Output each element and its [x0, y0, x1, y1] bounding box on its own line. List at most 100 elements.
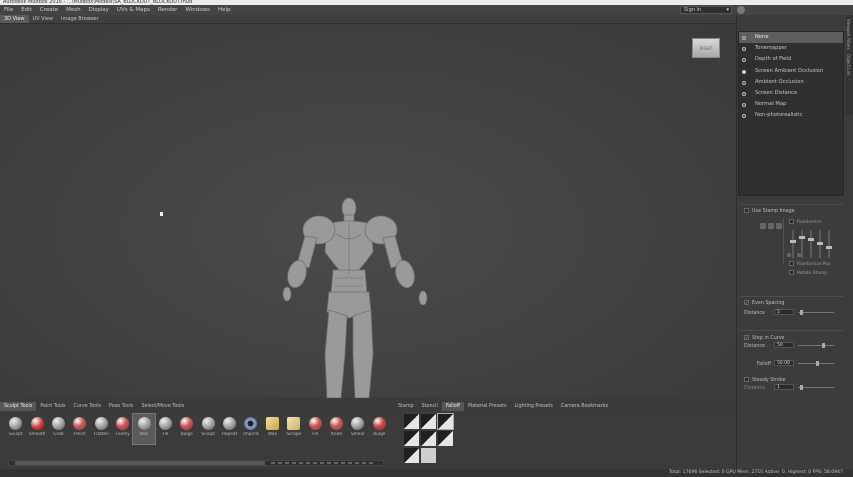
tool-fill-2[interactable]: Fill	[304, 414, 325, 444]
mirror-icon[interactable]	[776, 223, 782, 229]
tab-image-browser[interactable]: Image Browser	[57, 15, 103, 23]
radio-icon	[742, 114, 746, 119]
tool-scrape[interactable]: Scrape	[283, 414, 304, 444]
tab-stamp[interactable]: Stamp	[394, 402, 418, 411]
menu-file[interactable]: File	[0, 5, 17, 15]
steady-stroke-distance-field[interactable]: 1	[774, 384, 794, 390]
character-model[interactable]	[275, 194, 437, 398]
tool-foamy[interactable]: Foamy	[112, 414, 133, 444]
use-stamp-image-checkbox[interactable]	[744, 208, 749, 213]
slider-handle[interactable]	[800, 384, 803, 390]
render-item-ambient-occlusion[interactable]: Ambient Occlusion	[739, 77, 843, 88]
tool-tray-scrollbar[interactable]	[8, 460, 384, 466]
tool-label: Smear	[350, 432, 365, 437]
tool-smear[interactable]: Smear	[347, 414, 368, 444]
falloff-swatch[interactable]	[421, 414, 436, 429]
viewcube[interactable]: RIGHT	[692, 38, 720, 58]
menu-help[interactable]: Help	[214, 5, 235, 15]
falloff-swatch[interactable]	[404, 414, 419, 429]
falloff-swatch[interactable]	[437, 413, 454, 430]
side-tab-strip: Viewport Filters Object List	[846, 15, 853, 115]
menu-display[interactable]: Display	[85, 5, 113, 15]
tool-sculpt[interactable]: Sculpt	[5, 414, 26, 444]
render-item-tonemapper[interactable]: Tonemapper	[739, 43, 843, 54]
tool-wax-2[interactable]: Wax	[262, 414, 283, 444]
randomize-pos-checkbox[interactable]	[789, 261, 794, 266]
menu-render[interactable]: Render	[154, 5, 182, 15]
render-item-non-photorealistic[interactable]: Non-photorealistic	[739, 110, 843, 121]
flip-icon[interactable]	[768, 223, 774, 229]
randomize-row: Randomize	[789, 219, 853, 225]
render-item-screen-ao[interactable]: Screen Ambient Occlusion	[739, 66, 843, 77]
even-spacing-distance-field[interactable]: 5	[774, 309, 794, 315]
slider-handle[interactable]	[822, 342, 825, 348]
steady-stroke-checkbox[interactable]	[744, 377, 749, 382]
tab-paint-tools[interactable]: Paint Tools	[36, 402, 69, 411]
side-tab-object-list[interactable]: Object List	[846, 54, 851, 75]
bulge-icon	[180, 417, 194, 430]
falloff-swatch[interactable]	[404, 431, 419, 446]
menu-create[interactable]: Create	[36, 5, 62, 15]
stamp-sliders[interactable]	[788, 228, 834, 260]
tool-bulge[interactable]: Bulge	[176, 414, 197, 444]
tool-smooth[interactable]: Smooth	[26, 414, 47, 444]
tab-uv-view[interactable]: UV View	[29, 15, 58, 23]
tab-curve-tools[interactable]: Curve Tools	[70, 402, 106, 411]
step-curve-falloff-slider[interactable]	[798, 360, 834, 366]
render-item-screen-distance[interactable]: Screen Distance	[739, 88, 843, 99]
tool-grab[interactable]: Grab	[48, 414, 69, 444]
side-tab-viewport-filters[interactable]: Viewport Filters	[846, 19, 851, 50]
tool-pinch[interactable]: Pinch	[69, 414, 90, 444]
tab-select-move-tools[interactable]: Select/Move Tools	[138, 402, 189, 411]
tool-flatten[interactable]: Flatten	[91, 414, 112, 444]
tool-imprint[interactable]: Imprint	[240, 414, 261, 444]
render-item-normal-map[interactable]: Normal Map	[739, 99, 843, 110]
rotate-icon[interactable]	[760, 223, 766, 229]
menu-edit[interactable]: Edit	[17, 5, 36, 15]
slider-handle[interactable]	[800, 309, 803, 315]
tab-sculpt-tools[interactable]: Sculpt Tools	[0, 402, 37, 411]
step-curve-falloff-field[interactable]: 50.00	[774, 360, 794, 366]
tab-3d-view[interactable]: 3D View	[0, 15, 29, 23]
step-curve-distance-field[interactable]: 50	[774, 342, 794, 348]
settings-icon[interactable]	[737, 6, 745, 14]
rotate-stamp-label: Rotate Stamp	[797, 271, 828, 276]
tool-repeat[interactable]: Repeat	[219, 414, 240, 444]
arrow-icon[interactable]	[787, 253, 791, 257]
arrow-icon[interactable]	[797, 253, 801, 257]
render-item-depth-of-field[interactable]: Depth of Field	[739, 54, 843, 65]
steady-stroke-slider[interactable]	[798, 384, 834, 390]
scrollbar-thumb[interactable]	[15, 461, 265, 465]
sign-in-label: Sign In	[684, 7, 702, 13]
slider-handle[interactable]	[816, 360, 819, 366]
menu-uvs-maps[interactable]: UVs & Maps	[113, 5, 154, 15]
falloff-swatch[interactable]	[421, 431, 436, 446]
radio-icon	[742, 103, 746, 108]
tool-wax[interactable]: Wax	[132, 413, 156, 445]
sign-in-dropdown[interactable]: Sign In	[680, 6, 732, 14]
render-item-none[interactable]: None	[739, 32, 843, 44]
tab-pose-tools[interactable]: Pose Tools	[105, 402, 137, 411]
falloff-swatch[interactable]	[404, 448, 419, 463]
even-spacing-slider[interactable]	[798, 309, 834, 315]
tool-bulge-2[interactable]: Bulge	[369, 414, 390, 444]
even-spacing-checkbox[interactable]: ✓	[744, 300, 749, 305]
tab-camera-bookmarks[interactable]: Camera Bookmarks	[557, 402, 612, 411]
step-curve-checkbox[interactable]: ✓	[744, 335, 749, 340]
menu-mesh[interactable]: Mesh	[62, 5, 84, 15]
rotate-stamp-checkbox[interactable]	[789, 270, 794, 275]
scrollbar-track-marks	[271, 462, 375, 464]
falloff-swatch[interactable]	[438, 431, 453, 446]
tab-stencil[interactable]: Stencil	[418, 402, 442, 411]
menu-windows[interactable]: Windows	[181, 5, 214, 15]
randomize-checkbox[interactable]	[789, 219, 794, 224]
tool-knife[interactable]: Knife	[326, 414, 347, 444]
tab-material-presets[interactable]: Material Presets	[464, 402, 510, 411]
falloff-swatch[interactable]	[421, 448, 436, 463]
tool-sculpt-2[interactable]: Sculpt	[198, 414, 219, 444]
step-curve-distance-slider[interactable]	[798, 342, 834, 348]
tab-falloff[interactable]: Falloff	[441, 402, 464, 411]
tool-label: Bulge	[373, 432, 386, 437]
tab-lighting-presets[interactable]: Lighting Presets	[510, 402, 556, 411]
tool-fill[interactable]: Fill	[155, 414, 176, 444]
